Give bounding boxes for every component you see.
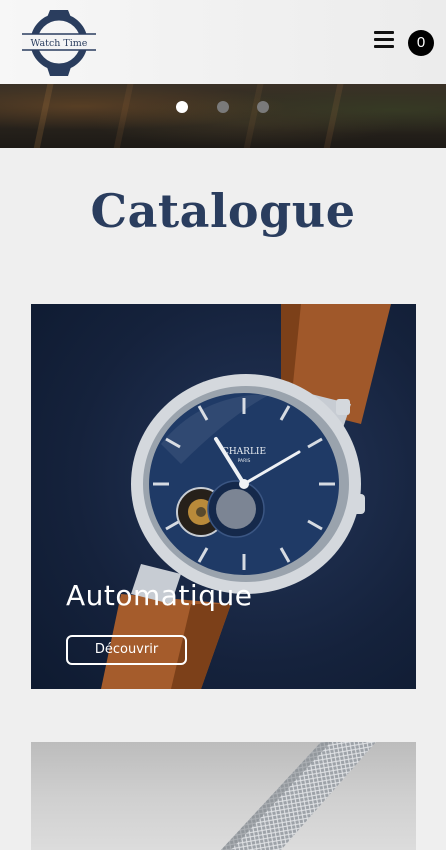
logo-text: Watch Time	[31, 38, 88, 49]
svg-text:PARIS: PARIS	[238, 458, 251, 464]
card-title: Automatique	[66, 579, 253, 612]
slider-dot-2[interactable]	[217, 101, 229, 113]
slider-dots	[0, 101, 446, 115]
watch-image: CHARLIE PARIS	[101, 304, 391, 689]
site-header: Watch Time 0	[0, 0, 446, 84]
catalogue-card-2[interactable]	[31, 742, 416, 850]
page-title: Catalogue	[90, 184, 356, 238]
watch-logo-icon: Watch Time	[22, 10, 96, 76]
logo[interactable]: Watch Time	[20, 6, 98, 78]
mesh-strap-image	[221, 742, 376, 850]
cart-count-badge[interactable]: 0	[408, 30, 434, 56]
slider-dot-3[interactable]	[257, 101, 269, 113]
menu-button[interactable]	[374, 31, 396, 51]
catalogue-card-automatique[interactable]: CHARLIE PARIS Automatique Découvrir	[31, 304, 416, 689]
discover-button[interactable]: Découvrir	[66, 635, 187, 665]
hero-slider	[0, 84, 446, 148]
slider-dot-1[interactable]	[176, 101, 188, 113]
hamburger-menu-icon	[374, 31, 394, 34]
